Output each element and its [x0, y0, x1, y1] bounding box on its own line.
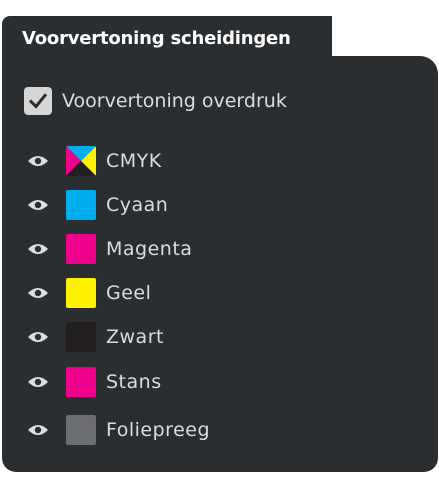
separation-row-geel: Geel	[26, 278, 151, 308]
panel-title: Voorvertoning scheidingen	[22, 28, 291, 49]
checkmark-icon	[28, 93, 48, 109]
eye-icon[interactable]	[26, 422, 50, 438]
panel-tab: Voorvertoning scheidingen	[2, 16, 332, 60]
foliepreeg-swatch	[66, 415, 96, 445]
panel-body: Voorvertoning overdruk CMYK Cyaan Magent…	[2, 56, 438, 472]
eye-icon[interactable]	[26, 241, 50, 257]
separation-label-foliepreeg: Foliepreeg	[106, 419, 211, 441]
eye-icon[interactable]	[26, 374, 50, 390]
cyaan-swatch	[66, 190, 96, 220]
separation-row-stans: Stans	[26, 367, 162, 397]
separation-label-cyaan: Cyaan	[106, 194, 169, 216]
separation-label-geel: Geel	[106, 282, 152, 304]
separation-row-foliepreeg: Foliepreeg	[26, 415, 210, 445]
eye-icon[interactable]	[26, 153, 50, 169]
separation-label-cmyk: CMYK	[106, 150, 162, 172]
eye-icon[interactable]	[26, 329, 50, 345]
eye-icon[interactable]	[26, 197, 50, 213]
geel-swatch	[66, 278, 96, 308]
cmyk-swatch	[66, 146, 96, 176]
separation-row-cyaan: Cyaan	[26, 190, 168, 220]
separation-label-zwart: Zwart	[106, 326, 164, 348]
magenta-swatch	[66, 234, 96, 264]
separation-label-magenta: Magenta	[106, 238, 193, 260]
separation-label-stans: Stans	[106, 371, 162, 393]
separation-preview-panel: Voorvertoning scheidingen Voorvertoning …	[2, 16, 438, 472]
overprint-preview-label: Voorvertoning overdruk	[62, 90, 287, 112]
zwart-swatch	[66, 322, 96, 352]
overprint-preview-option[interactable]: Voorvertoning overdruk	[24, 86, 287, 116]
overprint-preview-checkbox[interactable]	[24, 87, 52, 115]
separation-row-magenta: Magenta	[26, 234, 192, 264]
stans-swatch	[66, 367, 96, 397]
eye-icon[interactable]	[26, 285, 50, 301]
separation-row-zwart: Zwart	[26, 322, 164, 352]
separation-row-cmyk: CMYK	[26, 146, 162, 176]
